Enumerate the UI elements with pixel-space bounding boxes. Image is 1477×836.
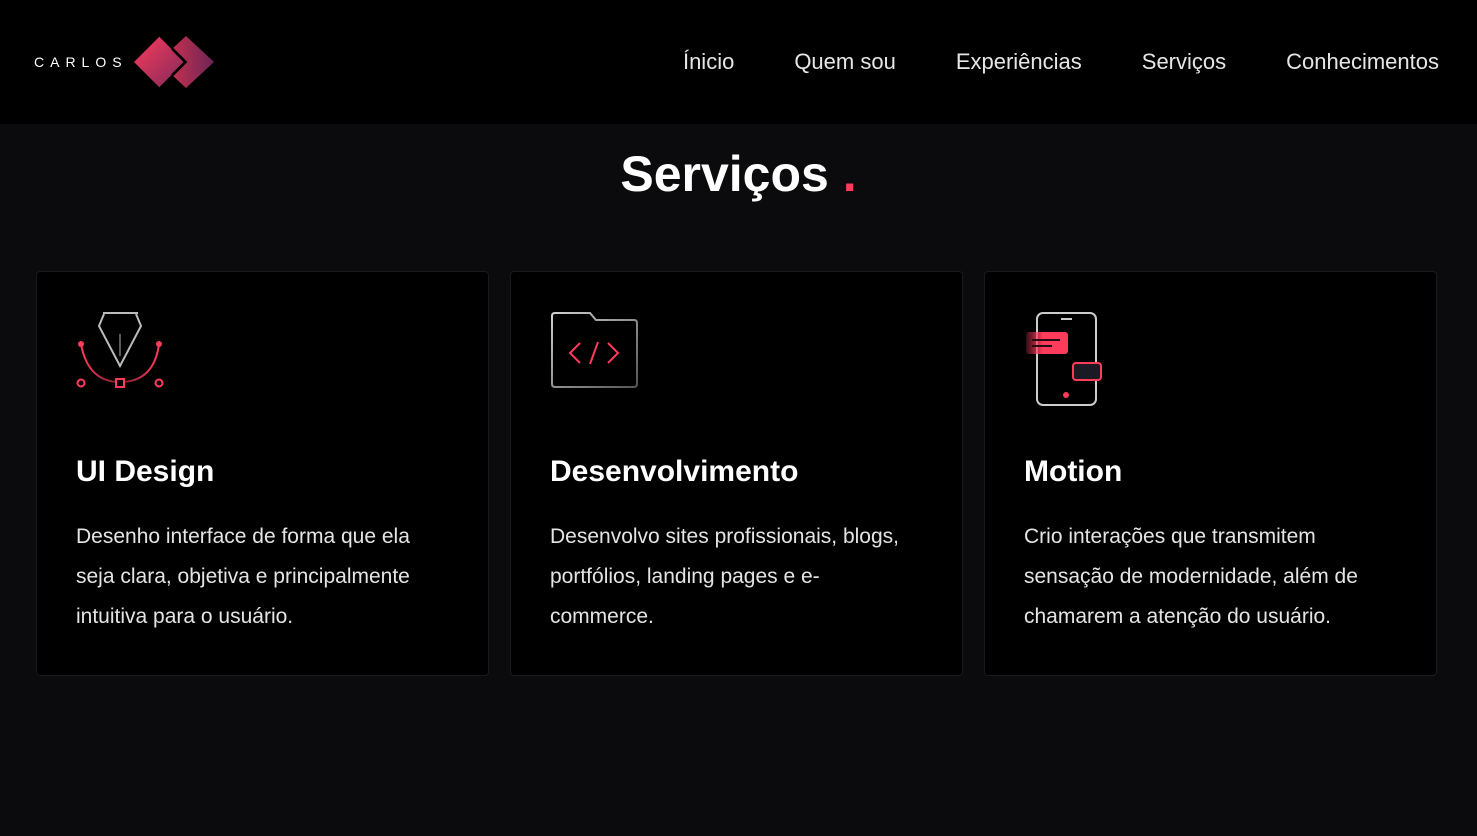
nav-item-servicos[interactable]: Serviços <box>1142 46 1226 78</box>
service-card-desenvolvimento: Desenvolvimento Desenvolvo sites profiss… <box>510 271 963 676</box>
pen-tool-icon <box>76 312 164 388</box>
nav-item-experiencias[interactable]: Experiências <box>956 46 1082 78</box>
nav-item-quem-sou[interactable]: Quem sou <box>794 46 896 78</box>
site-header: CARLOS Ínicio Quem sou Experiências Serv… <box>0 0 1477 124</box>
service-card-motion: Motion Crio interações que transmitem se… <box>984 271 1437 676</box>
nav-item-inicio[interactable]: Ínicio <box>683 46 734 78</box>
section-title: Serviços . <box>0 144 1477 204</box>
services-cards: UI Design Desenho interface de forma que… <box>36 271 1437 676</box>
section-title-dot: . <box>842 146 857 202</box>
nav-item-conhecimentos[interactable]: Conhecimentos <box>1286 46 1439 78</box>
main-nav: Ínicio Quem sou Experiências Serviços Co… <box>683 46 1439 78</box>
smartphone-motion-icon <box>1026 312 1102 406</box>
code-folder-icon <box>551 312 638 388</box>
brand-logo[interactable]: CARLOS <box>34 34 218 90</box>
service-card-ui-design: UI Design Desenho interface de forma que… <box>36 271 489 676</box>
brand-name: CARLOS <box>34 54 128 70</box>
section-title-text: Serviços <box>620 146 829 202</box>
card-title: UI Design <box>76 455 215 488</box>
diamond-logo-icon <box>133 35 214 89</box>
card-text: Desenho interface de forma que ela seja … <box>76 525 410 628</box>
card-title: Motion <box>1024 455 1123 488</box>
card-text: Desenvolvo sites profissionais, blogs, p… <box>550 525 900 628</box>
card-text: Crio interações que transmitem sensação … <box>1024 525 1358 628</box>
card-title: Desenvolvimento <box>550 455 799 488</box>
